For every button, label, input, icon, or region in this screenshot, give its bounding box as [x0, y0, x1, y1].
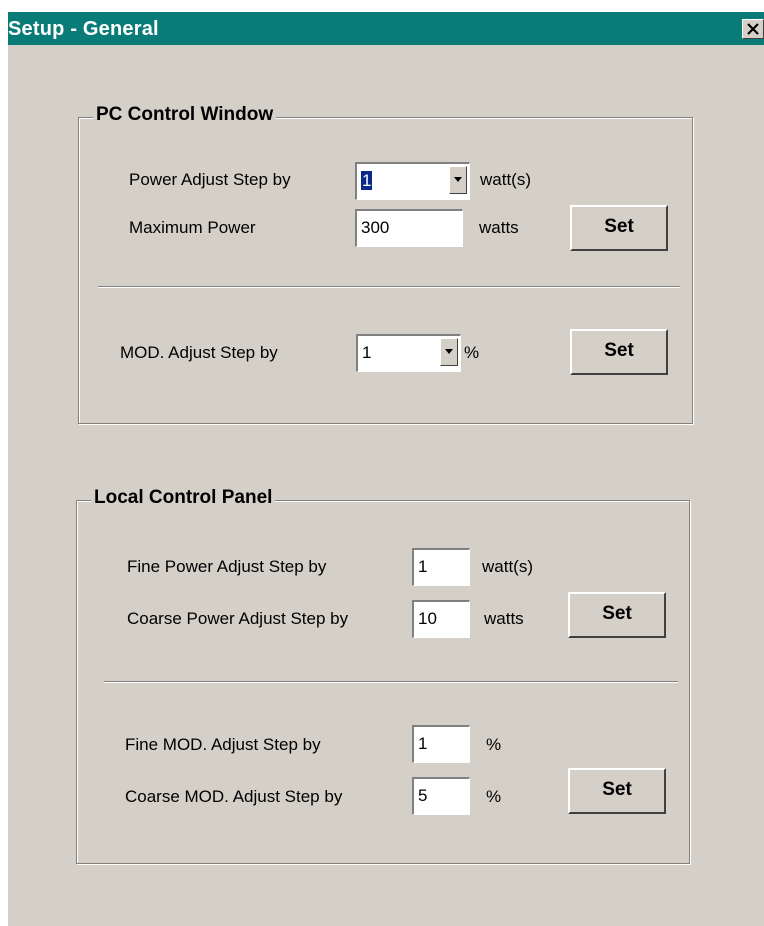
- local-power-set-button[interactable]: Set: [568, 592, 666, 638]
- window-title: Setup - General: [8, 18, 159, 40]
- local-control-separator: [104, 681, 678, 683]
- close-icon: [747, 23, 759, 35]
- close-button[interactable]: [742, 19, 764, 39]
- fine-mod-input[interactable]: 1: [412, 725, 470, 763]
- fine-mod-value: 1: [418, 734, 428, 753]
- pc-power-set-button[interactable]: Set: [570, 205, 668, 251]
- max-power-input[interactable]: 300: [355, 209, 463, 247]
- coarse-mod-input[interactable]: 5: [412, 777, 470, 815]
- title-bar[interactable]: Setup - General: [8, 12, 764, 45]
- coarse-power-value: 10: [418, 609, 437, 628]
- fine-power-value: 1: [418, 557, 428, 576]
- mod-step-label: MOD. Adjust Step by: [120, 343, 278, 362]
- pc-control-separator: [98, 286, 680, 288]
- coarse-power-input[interactable]: 10: [412, 600, 470, 638]
- fine-mod-unit: %: [486, 735, 502, 754]
- power-step-dropdown-button[interactable]: [449, 166, 467, 194]
- mod-step-value: 1: [362, 343, 372, 362]
- local-mod-set-button[interactable]: Set: [568, 768, 666, 814]
- local-control-title: Local Control Panel: [91, 487, 276, 509]
- fine-power-input[interactable]: 1: [412, 548, 470, 586]
- coarse-power-label: Coarse Power Adjust Step by: [127, 609, 349, 628]
- chevron-down-icon: [454, 177, 462, 182]
- coarse-mod-unit: %: [486, 787, 502, 806]
- coarse-power-unit: watts: [484, 609, 524, 628]
- max-power-value: 300: [361, 218, 390, 237]
- power-step-label: Power Adjust Step by: [129, 170, 291, 189]
- max-power-unit: watts: [479, 218, 519, 237]
- pc-mod-set-button[interactable]: Set: [570, 329, 668, 375]
- power-step-value: 1: [361, 171, 373, 190]
- chevron-down-icon: [445, 349, 453, 354]
- power-step-select[interactable]: 1: [355, 162, 470, 200]
- power-step-unit: watt(s): [480, 170, 531, 189]
- coarse-mod-label: Coarse MOD. Adjust Step by: [125, 787, 343, 806]
- coarse-mod-value: 5: [418, 786, 428, 805]
- fine-mod-label: Fine MOD. Adjust Step by: [125, 735, 321, 754]
- fine-power-label: Fine Power Adjust Step by: [127, 557, 327, 576]
- mod-step-unit: %: [464, 343, 480, 362]
- pc-control-title: PC Control Window: [93, 104, 277, 126]
- max-power-label: Maximum Power: [129, 218, 256, 237]
- setup-dialog: Setup - General PC Control Window Power …: [8, 12, 764, 926]
- mod-step-select[interactable]: 1: [356, 334, 461, 372]
- mod-step-dropdown-button[interactable]: [440, 338, 458, 366]
- fine-power-unit: watt(s): [482, 557, 533, 576]
